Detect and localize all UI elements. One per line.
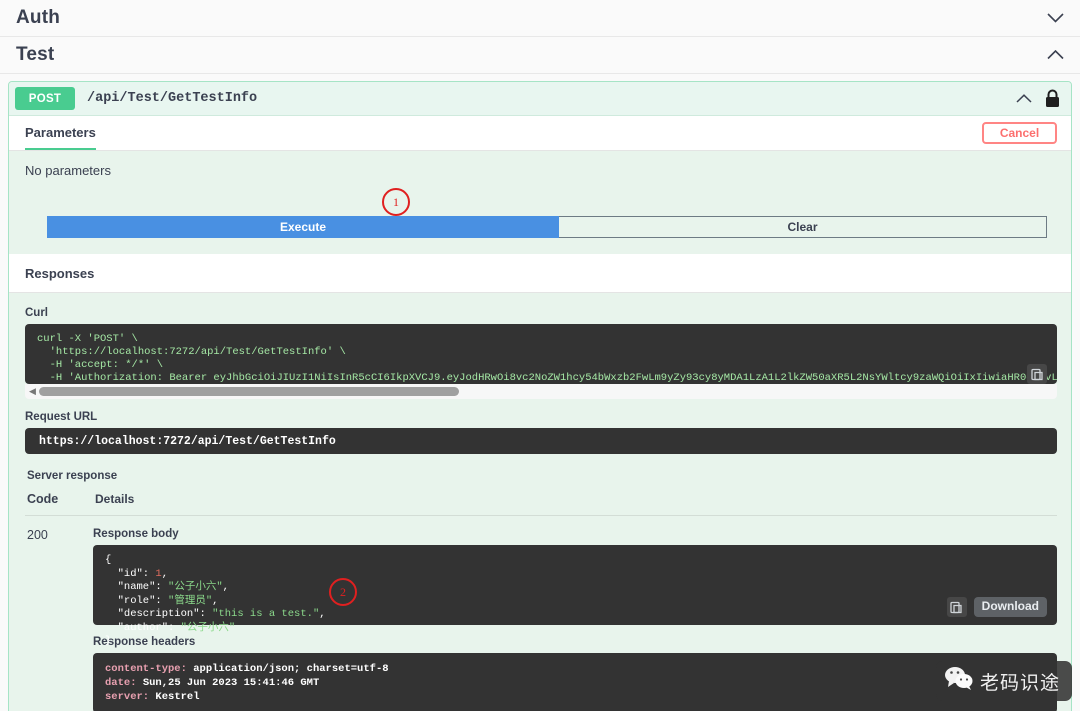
- response-table-header: Code Details: [25, 492, 1057, 516]
- execute-clear-row: Execute Clear: [25, 216, 1057, 238]
- scrollbar-thumb[interactable]: [38, 387, 459, 396]
- curl-line-2: 'https://localhost:7272/api/Test/GetTest…: [37, 346, 346, 358]
- json-key-description: "description":: [105, 608, 213, 620]
- curl-horizontal-scrollbar[interactable]: ◀: [25, 384, 1057, 399]
- execute-button[interactable]: Execute: [47, 216, 559, 238]
- column-header-code: Code: [27, 492, 59, 506]
- watermark-badge: 老码识途: [935, 661, 1072, 701]
- clear-button[interactable]: Clear: [559, 216, 1047, 238]
- curl-code-block: curl -X 'POST' \ 'https://localhost:7272…: [25, 324, 1057, 384]
- header-key-date: date:: [105, 677, 137, 689]
- tab-parameters[interactable]: Parameters: [25, 116, 96, 150]
- lock-icon[interactable]: [1044, 89, 1061, 108]
- json-comma-role: ,: [212, 594, 219, 607]
- download-button[interactable]: Download: [973, 597, 1047, 617]
- header-value-server: Kestrel: [149, 691, 200, 703]
- json-value-role: "管理员": [168, 594, 213, 607]
- curl-label: Curl: [25, 307, 48, 319]
- no-parameters-text: No parameters: [25, 163, 111, 178]
- json-value-name: "公子小六": [168, 581, 223, 593]
- wechat-icon: [944, 666, 974, 696]
- json-comma-description: ,: [319, 608, 326, 620]
- chevron-down-icon[interactable]: [1044, 7, 1066, 29]
- response-code: 200: [27, 528, 48, 542]
- operation-path: /api/Test/GetTestInfo: [87, 91, 258, 106]
- operation-summary[interactable]: POST /api/Test/GetTestInfo: [9, 82, 1071, 115]
- responses-pane: Curl curl -X 'POST' \ 'https://localhost…: [9, 293, 1071, 711]
- responses-header: Responses: [9, 254, 1071, 293]
- operation-summary-controls: [1016, 89, 1061, 108]
- scroll-left-arrow[interactable]: ◀: [29, 386, 36, 397]
- curl-line-4: -H 'Authorization: Bearer eyJhbGciOiJIUz…: [49, 372, 1057, 384]
- response-body-code-block: { "id": 1, "name": "公子小六", "role": "管理员"…: [93, 545, 1057, 647]
- http-method-badge: POST: [15, 87, 75, 110]
- section-header-auth[interactable]: Auth: [0, 0, 1080, 37]
- watermark-text: 老码识途: [979, 671, 1060, 694]
- operation-tabs-row: Parameters Cancel: [9, 116, 1071, 151]
- request-url-value: https://localhost:7272/api/Test/GetTestI…: [25, 428, 1057, 454]
- section-title-test: Test: [16, 44, 55, 65]
- chevron-up-icon[interactable]: [1044, 44, 1066, 66]
- response-body-label: Response body: [93, 528, 179, 540]
- response-headers-label: Response headers: [93, 636, 196, 648]
- copy-icon[interactable]: [946, 597, 967, 617]
- json-value-description: "this is a test.": [212, 608, 320, 620]
- curl-line-1: curl -X 'POST' \: [37, 333, 138, 345]
- header-key-content-type: content-type:: [105, 663, 187, 675]
- header-value-content-type: application/json; charset=utf-8: [186, 663, 389, 675]
- section-title-auth: Auth: [16, 7, 61, 28]
- response-body-actions: Download: [946, 597, 1047, 617]
- operation-body: Parameters Cancel No parameters Execute …: [9, 115, 1071, 711]
- header-key-server: server:: [105, 691, 150, 703]
- json-value-author: "公子小六": [180, 621, 236, 634]
- copy-icon[interactable]: [1027, 364, 1047, 384]
- response-headers-code-block: content-type: application/json; charset=…: [93, 653, 1057, 711]
- parameters-pane: No parameters Execute Clear: [9, 151, 1071, 254]
- section-header-test[interactable]: Test: [0, 37, 1080, 74]
- json-key-author: "author":: [105, 621, 181, 634]
- responses-label: Responses: [25, 265, 95, 281]
- swagger-ui-page: Auth Test POST /api/Test/GetTestInfo Par…: [0, 0, 1080, 711]
- header-value-date: Sun,25 Jun 2023 15:41:46 GMT: [136, 677, 320, 689]
- json-comma-id: ,: [161, 567, 169, 580]
- server-response-table: Code Details 200 Response body { "id": 1…: [25, 492, 1057, 711]
- operation-block-post-gettestinfo: POST /api/Test/GetTestInfo Parameters Ca…: [8, 81, 1072, 711]
- json-brace-open: {: [105, 554, 112, 566]
- json-comma-name: ,: [222, 581, 229, 593]
- chevron-up-icon[interactable]: [1016, 90, 1032, 108]
- response-details-cell: Response body { "id": 1, "name": "公子小六",…: [93, 528, 1057, 711]
- response-table-row: 200 Response body { "id": 1, "name": "公子…: [25, 516, 1057, 711]
- cancel-button[interactable]: Cancel: [982, 122, 1057, 144]
- json-key-name: "name":: [105, 581, 169, 593]
- column-header-details: Details: [95, 492, 135, 506]
- curl-line-3: -H 'accept: */*' \: [37, 359, 164, 371]
- server-response-label: Server response: [27, 470, 118, 482]
- json-key-role: "role":: [105, 594, 169, 607]
- json-key-id: "id":: [105, 567, 156, 580]
- request-url-label: Request URL: [25, 411, 98, 423]
- json-brace-close: }: [105, 635, 112, 647]
